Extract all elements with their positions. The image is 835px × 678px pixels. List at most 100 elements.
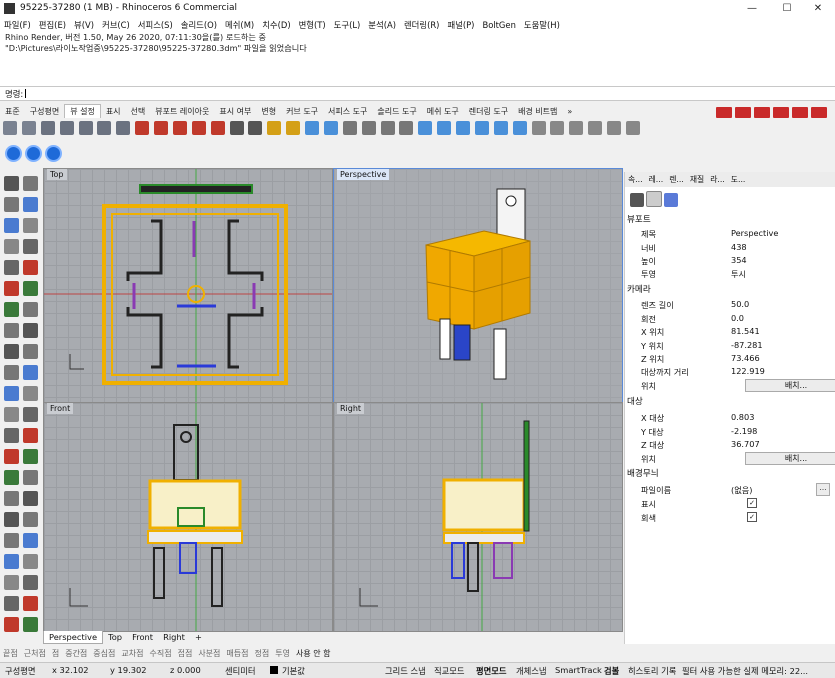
tool-icon[interactable]: [23, 407, 38, 422]
tool-icon[interactable]: [23, 260, 38, 275]
lens-length-value[interactable]: 50.0: [731, 299, 749, 309]
camera-icon[interactable]: [248, 121, 263, 135]
tool-icon[interactable]: [23, 197, 38, 212]
tab-render-tools[interactable]: 렌더링 도구: [464, 105, 513, 118]
tool-icon[interactable]: [23, 176, 38, 191]
viewport-label-right[interactable]: Right: [337, 403, 365, 414]
status-smarttrack[interactable]: SmartTrack: [555, 665, 602, 675]
osnap-vertex[interactable]: 정점: [255, 648, 270, 659]
tool-icon[interactable]: [4, 533, 19, 548]
osnap-tangent[interactable]: 접점: [178, 648, 193, 659]
menu-help[interactable]: 도움말(H): [520, 17, 564, 31]
tool-icon[interactable]: [4, 617, 19, 632]
view-orb-icon[interactable]: [5, 145, 22, 162]
tab-lights[interactable]: 라...: [707, 172, 728, 187]
y-position-value[interactable]: -87.281: [731, 340, 763, 350]
tool-icon[interactable]: [23, 302, 38, 317]
turntable-icon[interactable]: [569, 121, 584, 135]
tool-icon[interactable]: [23, 554, 38, 569]
minimize-button[interactable]: —: [735, 0, 769, 17]
render-icon[interactable]: [754, 107, 770, 118]
status-history[interactable]: 히스토리 기록: [628, 665, 676, 677]
render-icon[interactable]: [792, 107, 808, 118]
tab-cplanes[interactable]: 구성평면: [25, 105, 64, 118]
add-viewport-button[interactable]: +: [190, 631, 207, 643]
viewport-front[interactable]: Front: [43, 402, 333, 632]
view-cube-icon[interactable]: [437, 121, 452, 135]
close-button[interactable]: ✕: [801, 0, 835, 17]
tab-help[interactable]: 도...: [728, 172, 749, 187]
menu-view[interactable]: 뷰(V): [70, 17, 98, 31]
menu-file[interactable]: 파일(F): [0, 17, 35, 31]
vp-tab-right[interactable]: Right: [158, 631, 190, 643]
render-icon[interactable]: [811, 107, 827, 118]
tab-mesh-tools[interactable]: 메쉬 도구: [422, 105, 464, 118]
tool-icon[interactable]: [4, 365, 19, 380]
tool-icon[interactable]: [4, 554, 19, 569]
z-target-value[interactable]: 36.707: [731, 439, 760, 449]
menu-curve[interactable]: 커브(C): [98, 17, 134, 31]
menu-dimension[interactable]: 치수(D): [258, 17, 294, 31]
osnap-mid[interactable]: 중간점: [65, 648, 87, 659]
prop-title-value[interactable]: Perspective: [731, 228, 778, 238]
cplane-icon[interactable]: [323, 121, 338, 135]
tool-icon[interactable]: [4, 407, 19, 422]
named-view-icon[interactable]: [286, 121, 301, 135]
menu-tools[interactable]: 도구(L): [330, 17, 365, 31]
menu-render[interactable]: 렌더링(R): [400, 17, 443, 31]
osnap-near[interactable]: 근처점: [24, 648, 46, 659]
turntable-icon[interactable]: [588, 121, 603, 135]
tool-icon[interactable]: [4, 491, 19, 506]
menu-surface[interactable]: 서피스(S): [134, 17, 177, 31]
status-layer[interactable]: 기본값: [282, 665, 305, 677]
tab-properties[interactable]: 속...: [625, 172, 646, 187]
gray-checkbox[interactable]: ✓: [747, 512, 757, 522]
gumball-icon[interactable]: [361, 121, 376, 135]
tab-set-view[interactable]: 뷰 설정: [64, 104, 101, 118]
zoom-extents-icon[interactable]: [78, 121, 93, 135]
viewport-label-top[interactable]: Top: [47, 169, 67, 180]
menu-mesh[interactable]: 메쉬(M): [221, 17, 258, 31]
object-icon[interactable]: [664, 193, 678, 207]
cplane-icon[interactable]: [305, 121, 319, 135]
tool-icon[interactable]: [4, 302, 19, 317]
osnap-point[interactable]: 점: [52, 648, 59, 659]
osnap-perpendicular[interactable]: 수직점: [149, 648, 171, 659]
camera-icon[interactable]: [229, 121, 244, 135]
view-cube-icon[interactable]: [512, 121, 527, 135]
tool-icon[interactable]: [4, 323, 19, 338]
tool-icon[interactable]: [4, 344, 19, 359]
tool-icon[interactable]: [23, 218, 38, 233]
tab-visibility[interactable]: 표시 여부: [214, 105, 256, 118]
viewport-icon[interactable]: [646, 191, 662, 207]
tool-icon[interactable]: [4, 176, 19, 191]
car-view-icon[interactable]: [154, 121, 168, 135]
y-target-value[interactable]: -2.198: [731, 426, 757, 436]
x-position-value[interactable]: 81.541: [731, 326, 760, 336]
car-view-icon[interactable]: [172, 121, 187, 135]
tool-icon[interactable]: [4, 596, 19, 611]
render-icon[interactable]: [716, 107, 732, 118]
tool-icon[interactable]: [23, 449, 38, 464]
viewport-perspective[interactable]: Perspective: [333, 168, 623, 403]
viewport-label-perspective[interactable]: Perspective: [337, 169, 390, 180]
menu-boltgen[interactable]: BoltGen: [478, 18, 519, 30]
status-cplane[interactable]: 구성평면: [5, 665, 36, 677]
menu-edit[interactable]: 편집(E): [35, 17, 70, 31]
tool-icon[interactable]: [23, 344, 38, 359]
prop-width-value[interactable]: 438: [731, 242, 747, 252]
car-view-icon[interactable]: [210, 121, 225, 135]
menu-panels[interactable]: 패널(P): [443, 17, 478, 31]
render-icon[interactable]: [735, 107, 751, 118]
view-cube-icon[interactable]: [474, 121, 489, 135]
car-view-icon[interactable]: [191, 121, 206, 135]
zoom-icon[interactable]: [40, 121, 55, 135]
turntable-icon[interactable]: [607, 121, 621, 135]
tool-icon[interactable]: [4, 449, 19, 464]
tab-solid-tools[interactable]: 솔리드 도구: [372, 105, 421, 118]
z-position-value[interactable]: 73.466: [731, 353, 760, 363]
osnap-knot[interactable]: 매듭점: [226, 648, 248, 659]
status-ortho[interactable]: 직교모드: [434, 665, 465, 677]
gumball-icon[interactable]: [342, 121, 357, 135]
camera-icon[interactable]: [630, 193, 644, 207]
